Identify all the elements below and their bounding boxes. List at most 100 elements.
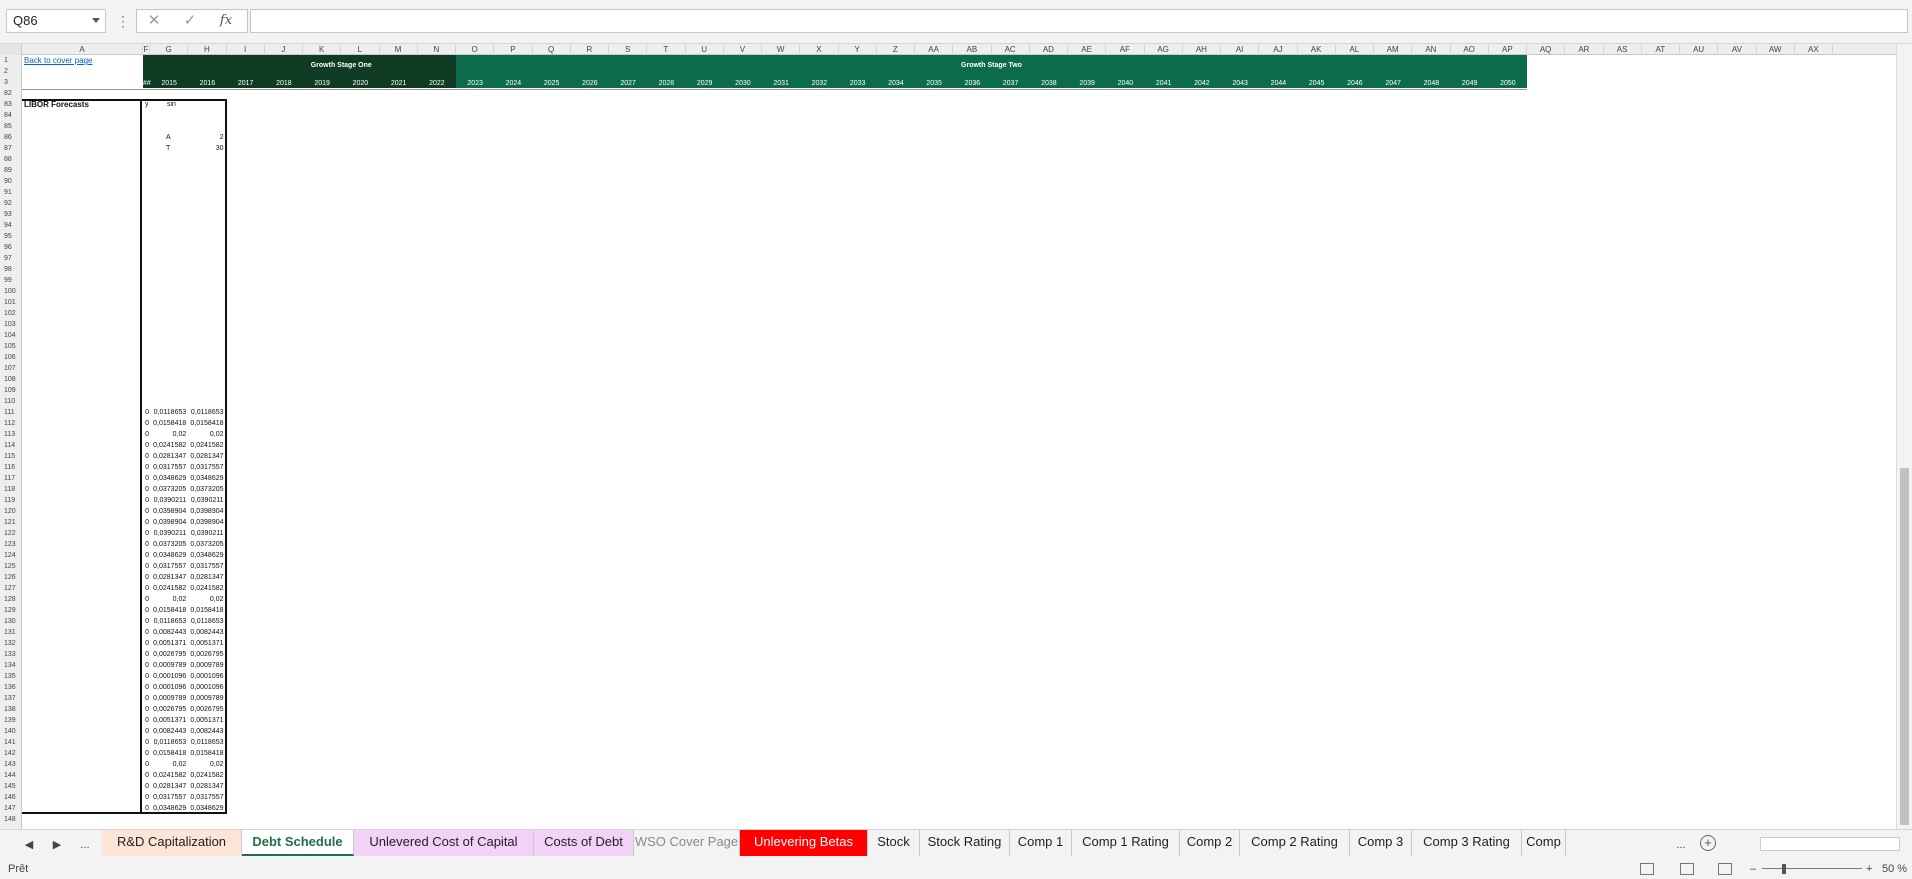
row-header-119[interactable]: 119 [0, 495, 20, 506]
tab-comp-2-rating[interactable]: Comp 2 Rating [1240, 830, 1350, 856]
column-header-af[interactable]: AF [1106, 44, 1145, 55]
column-header-g[interactable]: G [150, 44, 189, 55]
row-header-85[interactable]: 85 [0, 121, 20, 132]
row-header-104[interactable]: 104 [0, 330, 20, 341]
row-header-133[interactable]: 133 [0, 649, 20, 660]
enter-icon[interactable]: ✓ [173, 10, 207, 32]
row-header-128[interactable]: 128 [0, 594, 20, 605]
row-header-87[interactable]: 87 [0, 143, 20, 154]
row-header-142[interactable]: 142 [0, 748, 20, 759]
row-header-141[interactable]: 141 [0, 737, 20, 748]
row-header-131[interactable]: 131 [0, 627, 20, 638]
row-header-88[interactable]: 88 [0, 154, 20, 165]
select-all-corner[interactable] [0, 44, 22, 55]
column-header-p[interactable]: P [494, 44, 533, 55]
row-header-136[interactable]: 136 [0, 682, 20, 693]
row-header-98[interactable]: 98 [0, 264, 20, 275]
row-header-106[interactable]: 106 [0, 352, 20, 363]
row-header-86[interactable]: 86 [0, 132, 20, 143]
row-header-92[interactable]: 92 [0, 198, 20, 209]
tab-stock-rating[interactable]: Stock Rating [920, 830, 1010, 856]
insert-function-icon[interactable]: fx [209, 10, 243, 32]
column-header-ar[interactable]: AR [1565, 44, 1604, 55]
row-header-2[interactable]: 2 [0, 66, 20, 77]
tab-debt-schedule[interactable]: Debt Schedule [242, 830, 354, 856]
row-header-127[interactable]: 127 [0, 583, 20, 594]
column-header-v[interactable]: V [724, 44, 762, 55]
column-header-ag[interactable]: AG [1145, 44, 1183, 55]
row-header-113[interactable]: 113 [0, 429, 20, 440]
tab-r-d-capitalization[interactable]: R&D Capitalization [102, 830, 242, 856]
column-header-aj[interactable]: AJ [1259, 44, 1298, 55]
tab-comp-3-rating[interactable]: Comp 3 Rating [1412, 830, 1522, 856]
row-header-107[interactable]: 107 [0, 363, 20, 374]
normal-view-icon[interactable] [1640, 863, 1654, 875]
column-header-a[interactable]: A [22, 44, 143, 55]
row-header-126[interactable]: 126 [0, 572, 20, 583]
row-header-82[interactable]: 82 [0, 88, 20, 99]
column-header-aw[interactable]: AW [1757, 44, 1795, 55]
column-header-j[interactable]: J [265, 44, 303, 55]
row-header-117[interactable]: 117 [0, 473, 20, 484]
column-header-aa[interactable]: AA [915, 44, 954, 55]
row-header-132[interactable]: 132 [0, 638, 20, 649]
tab-comp-3[interactable]: Comp 3 [1350, 830, 1412, 856]
column-header-an[interactable]: AN [1412, 44, 1451, 55]
column-header-z[interactable]: Z [877, 44, 915, 55]
tab-comp-1[interactable]: Comp 1 [1010, 830, 1072, 856]
column-header-f[interactable]: F [143, 44, 150, 55]
row-header-103[interactable]: 103 [0, 319, 20, 330]
column-header-at[interactable]: AT [1642, 44, 1680, 55]
row-header-147[interactable]: 147 [0, 803, 20, 814]
more-options-icon[interactable]: ⋮ [116, 12, 130, 30]
tab-costs-of-debt[interactable]: Costs of Debt [534, 830, 634, 856]
row-header-95[interactable]: 95 [0, 231, 20, 242]
column-header-n[interactable]: N [418, 44, 456, 55]
row-header-110[interactable]: 110 [0, 396, 20, 407]
row-header-143[interactable]: 143 [0, 759, 20, 770]
row-header-3[interactable]: 3 [0, 77, 20, 88]
row-header-96[interactable]: 96 [0, 242, 20, 253]
tab-unlevering-betas[interactable]: Unlevering Betas [740, 830, 868, 856]
page-break-icon[interactable] [1718, 863, 1732, 875]
row-header-123[interactable]: 123 [0, 539, 20, 550]
row-header-140[interactable]: 140 [0, 726, 20, 737]
zoom-in-icon[interactable]: + [1866, 859, 1872, 879]
column-header-ax[interactable]: AX [1795, 44, 1833, 55]
tab-comp[interactable]: Comp [1522, 830, 1566, 856]
row-header-94[interactable]: 94 [0, 220, 20, 231]
column-header-ac[interactable]: AC [992, 44, 1030, 55]
row-header-130[interactable]: 130 [0, 616, 20, 627]
row-header-124[interactable]: 124 [0, 550, 20, 561]
row-header-108[interactable]: 108 [0, 374, 20, 385]
column-header-aq[interactable]: AQ [1527, 44, 1566, 55]
column-header-ap[interactable]: AP [1489, 44, 1527, 55]
name-box[interactable]: Q86 [6, 9, 106, 33]
column-header-y[interactable]: Y [839, 44, 877, 55]
column-header-al[interactable]: AL [1336, 44, 1374, 55]
column-header-ao[interactable]: AO [1451, 44, 1489, 55]
spreadsheet-grid[interactable]: A F G H I J K L M N O P Q R S T U V W X Y Z AA AB AC AD AE AF AG AH AI… [0, 44, 1896, 829]
row-header-84[interactable]: 84 [0, 110, 20, 121]
row-header-144[interactable]: 144 [0, 770, 20, 781]
vertical-scrollbar[interactable] [1896, 44, 1912, 829]
column-header-ab[interactable]: AB [953, 44, 992, 55]
row-header-90[interactable]: 90 [0, 176, 20, 187]
chevron-down-icon[interactable] [92, 18, 100, 23]
column-header-ak[interactable]: AK [1298, 44, 1336, 55]
row-header-112[interactable]: 112 [0, 418, 20, 429]
row-header-101[interactable]: 101 [0, 297, 20, 308]
row-header-83[interactable]: 83 [0, 99, 20, 110]
page-layout-icon[interactable] [1680, 863, 1694, 875]
cancel-icon[interactable]: ✕ [137, 10, 171, 32]
row-header-115[interactable]: 115 [0, 451, 20, 462]
column-header-ai[interactable]: AI [1221, 44, 1260, 55]
horizontal-scrollbar[interactable] [1760, 837, 1900, 851]
row-header-148[interactable]: 148 [0, 814, 20, 825]
row-header-89[interactable]: 89 [0, 165, 20, 176]
zoom-slider[interactable] [1762, 868, 1862, 869]
row-header-114[interactable]: 114 [0, 440, 20, 451]
column-header-l[interactable]: L [341, 44, 380, 55]
row-header-121[interactable]: 121 [0, 517, 20, 528]
row-header-146[interactable]: 146 [0, 792, 20, 803]
